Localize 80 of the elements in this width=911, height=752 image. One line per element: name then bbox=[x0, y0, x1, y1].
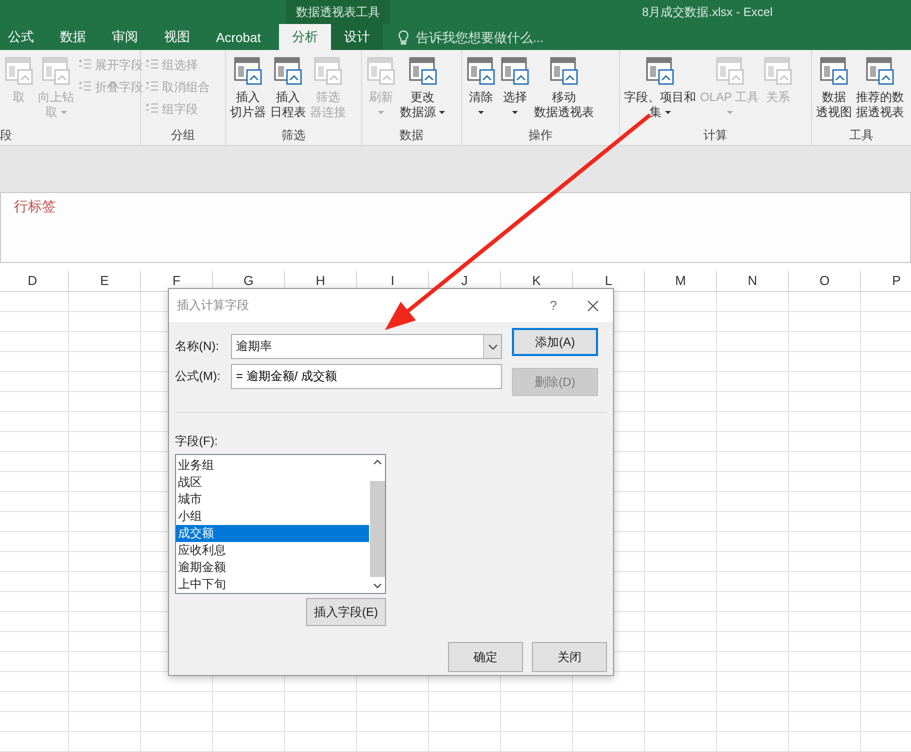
group-label: 分组 bbox=[170, 127, 196, 144]
list-item[interactable]: 城市 bbox=[176, 491, 369, 508]
sheet-icon bbox=[549, 56, 579, 86]
sheet-icon bbox=[273, 56, 303, 86]
group-label: 计算 bbox=[702, 127, 728, 144]
scroll-down-icon[interactable] bbox=[372, 583, 382, 589]
name-combobox[interactable]: 逾期率 bbox=[231, 334, 502, 359]
field-label: 名称(N): bbox=[175, 338, 220, 355]
group-label: 工具 bbox=[848, 127, 874, 144]
sheet-icon bbox=[233, 56, 263, 86]
sheet-icon bbox=[645, 56, 675, 86]
ribbon-tab[interactable]: Acrobat bbox=[203, 24, 274, 50]
sheet-icon bbox=[366, 56, 396, 86]
dialog-button[interactable]: 确定 bbox=[448, 642, 523, 672]
dropdown-button[interactable] bbox=[483, 335, 501, 358]
ribbon-button[interactable]: 字段、项目和 集 bbox=[623, 54, 697, 124]
formula-field[interactable]: = 逾期金额/ 成交额 bbox=[231, 364, 502, 389]
sheet-icon bbox=[466, 56, 496, 86]
ribbon-button[interactable]: 数据 透视图 bbox=[815, 54, 853, 124]
dialog-title: 插入计算字段 bbox=[177, 297, 250, 314]
dialog-button[interactable]: 添加(A) bbox=[512, 328, 598, 356]
sheet-icon bbox=[313, 56, 343, 86]
scroll-up-icon[interactable] bbox=[372, 459, 382, 465]
lightbulb-icon bbox=[398, 30, 409, 44]
ribbon-button[interactable]: 推荐的数 据透视表 bbox=[855, 54, 905, 124]
ribbon-tab[interactable]: 审阅 bbox=[99, 24, 151, 50]
field-label: 公式(M): bbox=[175, 368, 222, 385]
list-item[interactable]: 小组 bbox=[176, 508, 369, 525]
caret-icon bbox=[664, 111, 670, 114]
caret-icon bbox=[378, 111, 384, 114]
ribbon-button[interactable]: 插入 切片器 bbox=[229, 54, 267, 124]
tell-me-field[interactable]: 告诉我您想要做什么... bbox=[414, 28, 578, 46]
sheet-icon bbox=[4, 56, 34, 86]
caret-icon bbox=[512, 111, 518, 114]
ribbon-button[interactable]: 选择 bbox=[499, 54, 531, 124]
field-list-label: 字段(F): bbox=[175, 433, 219, 450]
column-header[interactable]: P bbox=[861, 271, 911, 291]
chevron-icon bbox=[488, 344, 498, 350]
window-title: 8月成交数据.xlsx - Excel bbox=[642, 4, 773, 20]
caret-icon bbox=[478, 111, 484, 114]
column-header[interactable]: O bbox=[789, 271, 861, 291]
caret-icon bbox=[439, 111, 445, 114]
sheet-icon bbox=[500, 56, 530, 86]
ribbon-button[interactable]: 插入 日程表 bbox=[269, 54, 307, 124]
column-header[interactable]: M bbox=[645, 271, 717, 291]
dialog-button[interactable]: 关闭 bbox=[532, 642, 607, 672]
list-item[interactable]: 战区 bbox=[176, 474, 369, 491]
list-item[interactable]: 业务组 bbox=[176, 457, 369, 474]
sheet-icon bbox=[41, 56, 71, 86]
group-label: 段 bbox=[0, 127, 13, 144]
sheet-icon bbox=[763, 56, 794, 86]
caret-icon bbox=[60, 111, 66, 114]
column-header[interactable]: D bbox=[0, 271, 69, 291]
ribbon-tab[interactable]: 数据 bbox=[47, 24, 99, 50]
group-label: 筛选 bbox=[280, 127, 306, 144]
column-header[interactable]: E bbox=[69, 271, 141, 291]
ribbon-tab[interactable]: 设计 bbox=[330, 24, 383, 50]
ribbon-tab[interactable]: 公式 bbox=[0, 24, 47, 50]
ribbon-tab[interactable]: 分析 bbox=[278, 24, 331, 50]
row-labels-text: 行标签 bbox=[14, 198, 56, 214]
group-label: 数据 bbox=[398, 127, 424, 144]
sheet-icon bbox=[865, 56, 895, 86]
insert-field-button[interactable]: 插入字段(E) bbox=[306, 598, 386, 626]
ribbon-tab[interactable]: 视图 bbox=[151, 24, 203, 50]
help-button[interactable]: ? bbox=[550, 298, 557, 313]
sheet-icon bbox=[714, 56, 745, 86]
list-item[interactable]: 成交额 bbox=[176, 525, 369, 542]
close-icon[interactable] bbox=[587, 300, 599, 312]
list-item[interactable]: 应收利息 bbox=[176, 542, 369, 559]
caret-icon bbox=[726, 111, 733, 114]
sheet-icon bbox=[408, 56, 438, 86]
group-label: 操作 bbox=[528, 127, 554, 144]
context-group-label: 数据透视表工具 bbox=[286, 0, 390, 24]
column-header[interactable]: N bbox=[717, 271, 789, 291]
list-item[interactable]: 上中下旬 bbox=[176, 576, 369, 593]
sheet-icon bbox=[819, 56, 849, 86]
ribbon-button[interactable]: 移动 数据透视表 bbox=[533, 54, 595, 124]
ribbon-button[interactable]: 清除 bbox=[465, 54, 497, 124]
list-item[interactable]: 逾期金额 bbox=[176, 559, 369, 576]
ribbon-button[interactable]: 更改 数据源 bbox=[399, 54, 446, 124]
